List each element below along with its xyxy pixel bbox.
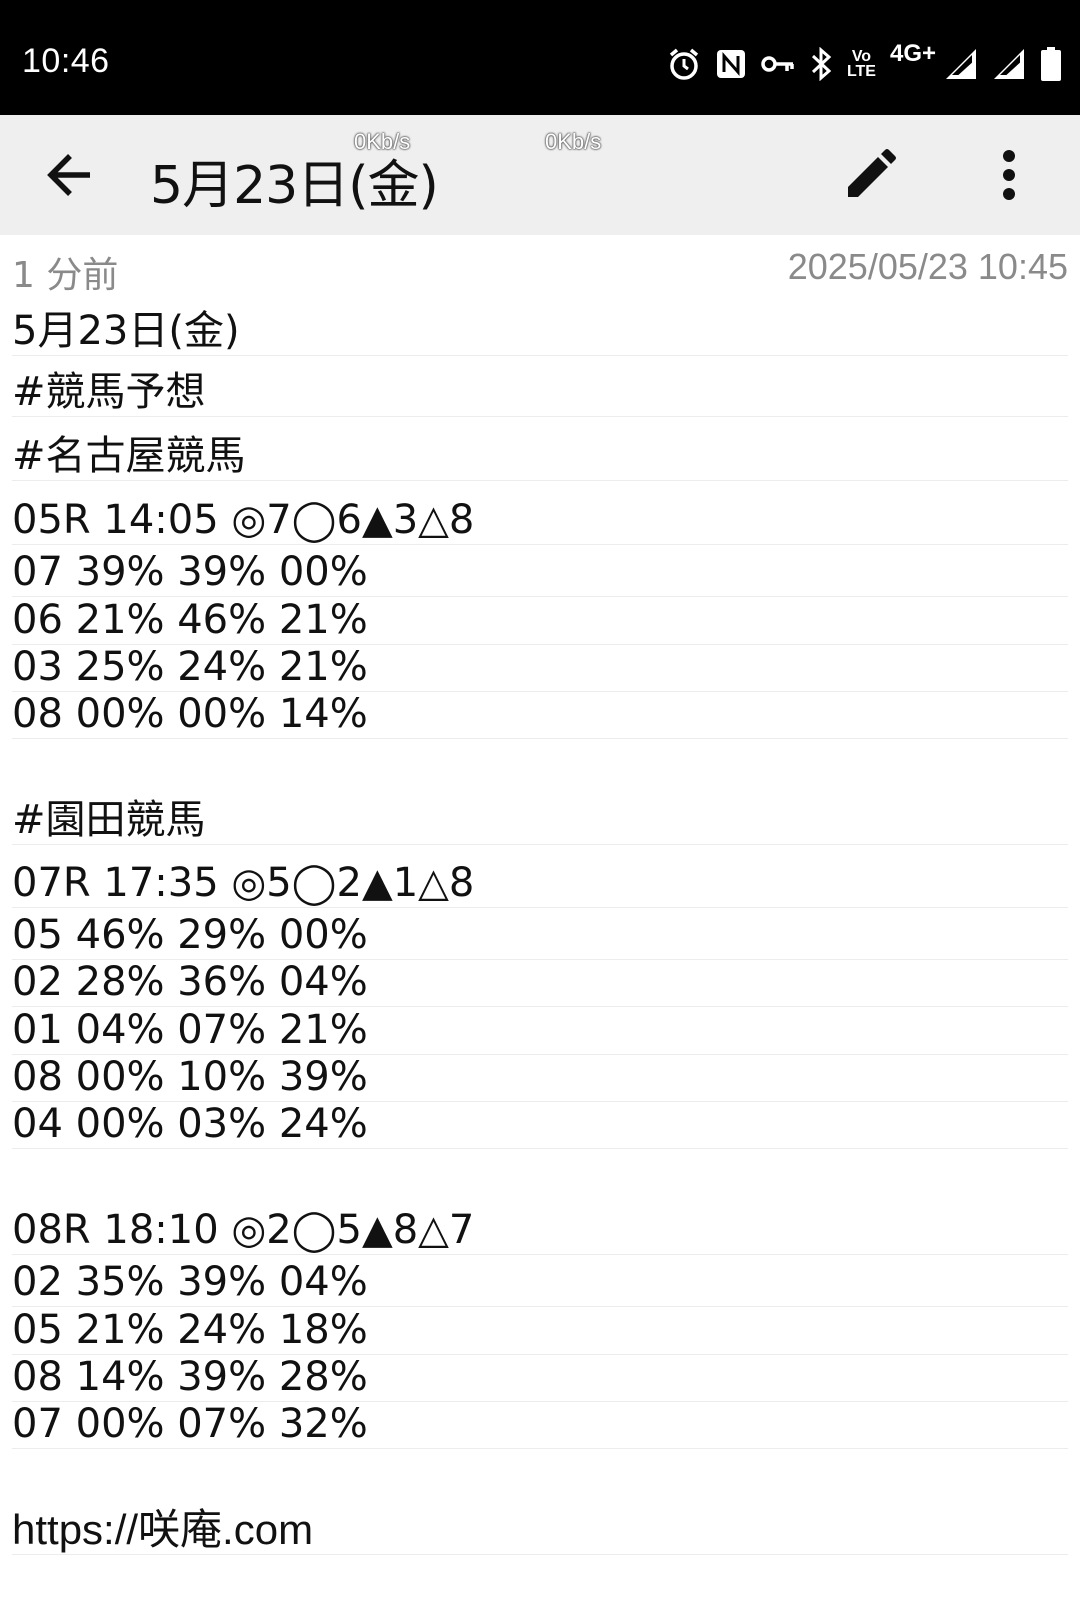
blank-line (12, 1148, 1068, 1149)
network-speed: 0Kb/s (545, 129, 602, 154)
timestamp: 2025/05/23 10:45 (787, 246, 1068, 287)
note-line: #名古屋競馬 (12, 432, 1068, 481)
note-line: 08 00% 00% 14% (12, 690, 1068, 739)
note-line: #競馬予想 (12, 368, 1068, 417)
note-line: 07 00% 07% 32% (12, 1400, 1068, 1449)
note-line: 08R 18:10 ◎2◯5▲8△7 (12, 1206, 1068, 1255)
note-line: 08 14% 39% 28% (12, 1353, 1068, 1402)
volte-icon: Vo LTE (846, 48, 876, 80)
note-line[interactable]: https://咲庵.com (12, 1506, 1068, 1555)
more-vertical-icon (1003, 150, 1015, 200)
note-line: 07R 17:35 ◎5◯2▲1△8 (12, 859, 1068, 908)
network-speed: 0Kb/s (354, 129, 411, 154)
back-button[interactable] (36, 143, 104, 207)
signal-icon (992, 47, 1026, 81)
note-line: 03 25% 24% 21% (12, 643, 1068, 692)
battery-icon (1040, 46, 1062, 82)
arrow-back-icon (47, 154, 90, 196)
note-line: 05 46% 29% 00% (12, 911, 1068, 960)
overflow-menu-button[interactable] (984, 143, 1034, 207)
note-line: 06 21% 46% 21% (12, 596, 1068, 645)
vpn-key-icon (761, 53, 795, 75)
note-line: 02 35% 39% 04% (12, 1258, 1068, 1307)
note-line: 5月23日(金) (12, 307, 1068, 356)
status-bar: 10:46 Vo LTE 4G+ (0, 0, 1080, 115)
4g-icon: 4G+ (889, 40, 936, 67)
blank-line (12, 738, 1068, 739)
note-line: 05 21% 24% 18% (12, 1306, 1068, 1355)
note-line: 04 00% 03% 24% (12, 1100, 1068, 1149)
note-line: 05R 14:05 ◎7◯6▲3△8 (12, 496, 1068, 545)
bluetooth-icon (809, 47, 833, 81)
status-icons: Vo LTE 4G+ (667, 40, 1062, 84)
relative-time: 1 分前 (12, 255, 119, 296)
nfc-icon (715, 48, 747, 80)
note-line: 08 00% 10% 39% (12, 1053, 1068, 1102)
pencil-icon (848, 149, 896, 197)
note-line: 02 28% 36% 04% (12, 958, 1068, 1007)
status-time: 10:46 (22, 42, 110, 80)
alarm-icon (667, 47, 701, 81)
note-line: 01 04% 07% 21% (12, 1006, 1068, 1055)
blank-line (12, 1448, 1068, 1449)
note-line: 07 39% 39% 00% (12, 548, 1068, 597)
note-line: #園田競馬 (12, 796, 1068, 845)
signal-icon (944, 47, 978, 81)
edit-button[interactable] (834, 143, 906, 207)
app-bar: 5月23日(金) 0Kb/s 0Kb/s (0, 115, 1080, 235)
